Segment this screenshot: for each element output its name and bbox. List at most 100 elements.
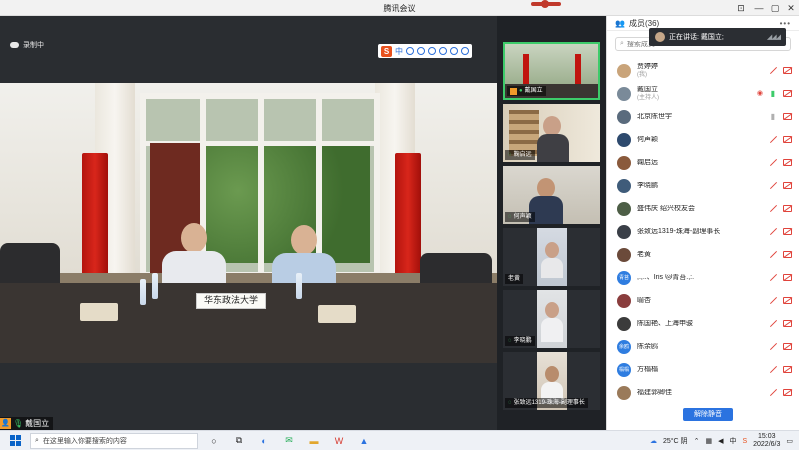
close-button[interactable]: ✕ [784,2,798,14]
mic-off-icon[interactable] [769,135,777,144]
weather-text[interactable]: 25°C 阴 [663,436,688,446]
ime-lang-toggle[interactable]: 中 [395,46,403,57]
mic-off-icon[interactable] [769,204,777,213]
member-row[interactable]: 鞠启远 [607,151,799,174]
wechat-icon[interactable]: ✉ [280,433,298,449]
member-name: 北京陈世宇 [637,113,763,121]
screen-share-indicator[interactable] [531,0,561,8]
avatar [617,155,631,170]
member-name-text: 张致远1319-珠海-副理事长 [637,227,721,235]
restore-button[interactable]: ▢ [768,2,782,14]
windows-start-icon[interactable] [6,432,24,450]
skin-icon[interactable] [450,47,458,55]
chevron-up-icon[interactable]: ⌃ [694,437,700,445]
camera-off-icon[interactable] [783,274,792,281]
toolbox-icon[interactable] [461,47,469,55]
camera-off-icon[interactable] [783,228,792,235]
member-row[interactable]: 余鸥 陈余鸥 [607,335,799,358]
video-tile[interactable]: ◌ 李晓鹏 [503,290,600,348]
mic-off-icon[interactable] [769,319,777,328]
member-row[interactable]: 榻榻 方榻榻 [607,358,799,381]
member-row[interactable]: 李晓鹏 [607,174,799,197]
avatar [617,109,631,124]
member-controls [769,66,792,75]
member-row[interactable]: 贾婷婷 (我) [607,59,799,82]
mic-off-icon[interactable] [769,342,777,351]
task-view-icon[interactable]: ⧉ [230,433,248,449]
share-view-icon[interactable]: ◉ [757,89,763,98]
member-row[interactable]: 盛伟庆 绍兴校友会 [607,197,799,220]
camera-off-icon[interactable] [783,389,792,396]
video-tile[interactable]: 老黄 [503,228,600,286]
member-row[interactable]: 老黄 [607,243,799,266]
sogou-logo-icon[interactable]: S [381,45,392,57]
member-row[interactable]: 何声颖 [607,128,799,151]
camera-off-icon[interactable] [783,159,792,166]
member-row[interactable]: 张致远1319-珠海-副理事长 [607,220,799,243]
video-tile[interactable]: ◌ 鞠启远 [503,104,600,162]
notification-icon[interactable]: ▭ [786,437,793,445]
camera-off-icon[interactable] [783,366,792,373]
network-icon[interactable]: ▦ [705,437,712,445]
tencent-meeting-icon[interactable]: ▲ [355,433,373,449]
audio-level-icon: ◢◢◢ [766,34,781,41]
ime-toolbar[interactable]: S 中 [378,44,472,58]
unmute-all-button[interactable]: 解除静音 [683,408,733,421]
mic-off-icon[interactable] [769,388,777,397]
file-explorer-icon[interactable]: ▬ [305,433,323,449]
camera-off-icon[interactable] [783,136,792,143]
keyboard-icon[interactable] [439,47,447,55]
member-row[interactable]: 戴国立 (主持人) ◉ ▮ [607,82,799,105]
clock[interactable]: 15:03 2022/6/3 [753,433,780,449]
punctuation-icon[interactable] [406,47,414,55]
camera-off-icon[interactable] [783,182,792,189]
mic-off-icon[interactable] [769,250,777,259]
member-row[interactable]: 福建郭卿佳 [607,381,799,404]
camera-off-icon[interactable] [783,90,792,97]
member-controls [769,250,792,259]
camera-off-icon[interactable] [783,297,792,304]
member-row[interactable]: 北京陈世宇 ▮ [607,105,799,128]
camera-off-icon[interactable] [783,67,792,74]
cortana-icon[interactable]: ○ [205,433,223,449]
camera-off-icon[interactable] [783,113,792,120]
camera-off-icon[interactable] [783,205,792,212]
main-video[interactable]: 华东政法大学 [0,83,497,363]
member-row[interactable]: 陈国艳、上海申骏 [607,312,799,335]
flag-left [82,153,108,293]
volume-icon[interactable]: ◀ [718,437,723,445]
voice-input-icon[interactable] [428,47,436,55]
more-options-button[interactable]: ••• [780,19,791,28]
camera-off-icon[interactable] [783,343,792,350]
minimize-button[interactable]: — [752,2,766,14]
member-row[interactable]: 青苔 ,.,..、Iris 🐱青苔.,:. [607,266,799,289]
wps-icon[interactable]: W [330,433,348,449]
camera-off-icon[interactable] [783,320,792,327]
mic-off-icon[interactable] [769,227,777,236]
video-tile[interactable]: ● 戴国立 [503,42,600,100]
avatar [617,316,631,331]
mic-off-icon[interactable] [769,158,777,167]
mic-off-icon[interactable] [769,181,777,190]
member-controls [769,158,792,167]
mic-off-icon[interactable] [769,273,777,282]
recording-status[interactable]: 录制中 [10,40,44,50]
member-list: 贾婷婷 (我) 戴国立 (主持人) ◉ ▮ 北京陈世宇 ▮ 何声颖 鞠启远 李晓鹏 盛伟庆 绍兴校友会… [607,59,799,404]
emoji-icon[interactable] [417,47,425,55]
mic-off-icon[interactable] [769,66,777,75]
mic-off-icon[interactable]: ▮ [769,112,777,121]
mic-off-icon[interactable] [769,365,777,374]
member-row[interactable]: 喻杏 [607,289,799,312]
video-tile[interactable]: ◌ 张致远1319-珠海-副理事长 [503,352,600,410]
browser-icon[interactable]: ◐ [255,433,273,449]
mic-off-icon[interactable] [769,296,777,305]
ime-indicator[interactable]: 中 [729,436,736,446]
member-name-text: 鞠启远 [637,158,658,166]
mic-on-icon[interactable]: ▮ [769,89,777,98]
video-tile[interactable]: ◌ 何声颖 [503,166,600,224]
sogou-tray-icon[interactable]: S [742,438,747,445]
taskbar-search[interactable]: ⌕ 在这里输入你要搜索的内容 [30,432,198,449]
camera-off-icon[interactable] [783,251,792,258]
member-name-text: 戴国立 [637,85,658,93]
pin-icon[interactable]: ⊡ [734,2,748,14]
